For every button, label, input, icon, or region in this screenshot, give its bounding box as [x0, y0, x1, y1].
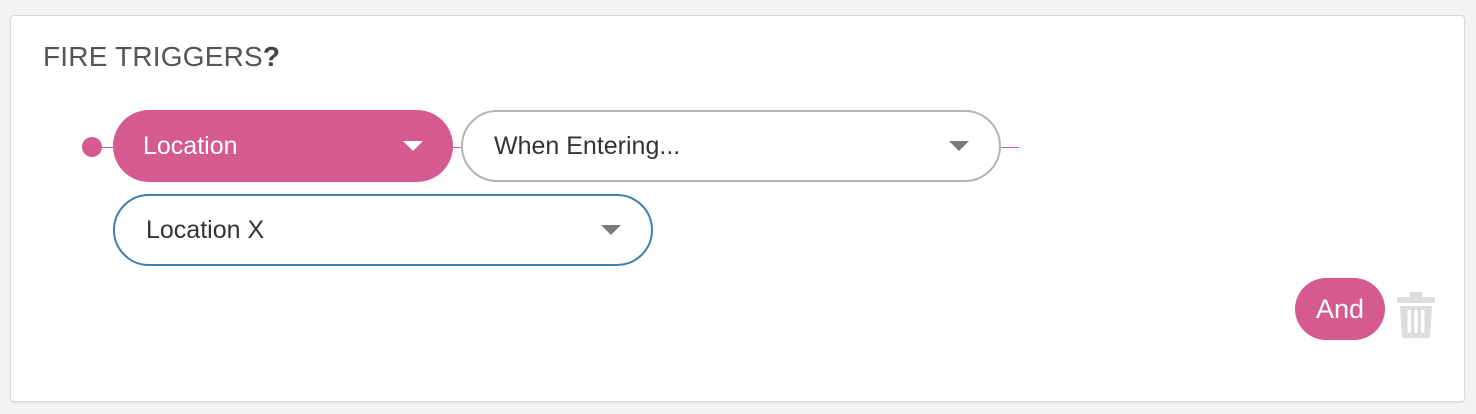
chevron-down-icon	[949, 141, 969, 151]
trigger-event-value: When Entering...	[494, 131, 681, 160]
section-title-text: FIRE TRIGGERS	[43, 41, 263, 72]
trigger-category-value: Location	[143, 131, 238, 160]
chevron-down-icon	[601, 225, 621, 235]
connector-line-start	[99, 147, 113, 148]
trigger-event-select[interactable]: When Entering...	[461, 110, 1001, 182]
connector-line-middle	[453, 147, 461, 148]
location-value: Location X	[146, 215, 265, 244]
help-mark[interactable]: ?	[263, 41, 280, 72]
trash-icon[interactable]	[1397, 292, 1435, 338]
connector-line-end	[1001, 147, 1019, 148]
trigger-category-select[interactable]: Location	[113, 110, 453, 182]
and-button[interactable]: And	[1295, 278, 1385, 340]
location-select[interactable]: Location X	[113, 194, 653, 266]
chevron-down-icon	[403, 141, 423, 151]
section-title: FIRE TRIGGERS?	[43, 40, 280, 74]
fire-triggers-panel: FIRE TRIGGERS? Location When Entering...…	[10, 15, 1465, 402]
